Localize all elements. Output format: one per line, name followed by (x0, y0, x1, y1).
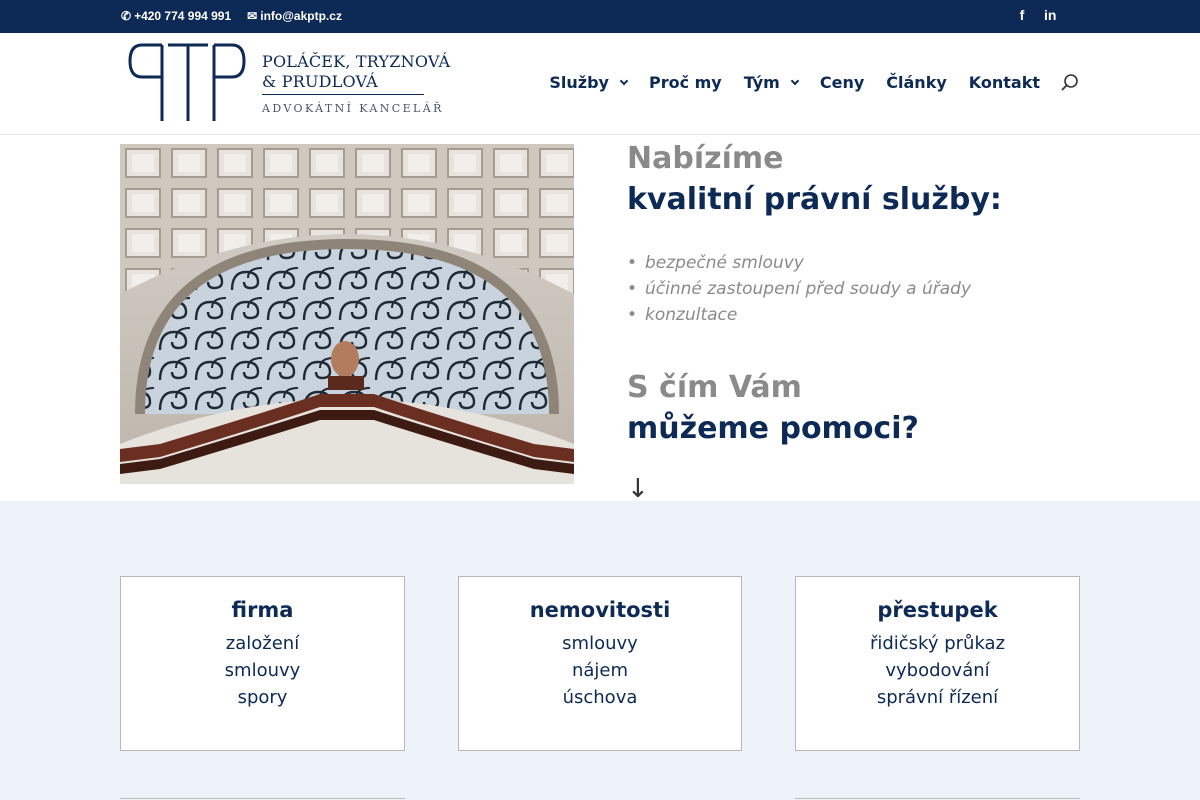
card-title: nemovitosti (529, 598, 671, 622)
nav-label: Tým (743, 73, 780, 92)
hero-heading: Nabízíme kvalitní právní služby: (627, 140, 1087, 222)
site-logo[interactable]: POLÁČEK, TRYZNOVÁ & PRUDLOVÁ ADVOKÁTNÍ K… (128, 43, 450, 123)
list-item: bezpečné smlouvy (627, 250, 1077, 276)
card-item[interactable]: smlouvy (459, 630, 741, 657)
card-item[interactable]: nájem (459, 657, 741, 684)
archway-illustration (120, 144, 574, 484)
hero-image-archway (120, 144, 574, 484)
envelope-icon: ✉ (247, 9, 258, 23)
services-list: bezpečné smlouvy účinné zastoupení před … (627, 250, 1077, 328)
card-item[interactable]: správní řízení (796, 684, 1079, 711)
arrow-down-icon: ↓ (627, 474, 649, 504)
card-item[interactable]: vybodování (796, 657, 1079, 684)
service-card-nemovitosti[interactable]: nemovitosti smlouvy nájem úschova (458, 576, 742, 751)
chevron-down-icon (619, 76, 629, 85)
nav-item-tym[interactable]: Tým (743, 73, 800, 92)
card-item[interactable]: založení (121, 630, 404, 657)
list-item: účinné zastoupení před soudy a úřady (627, 276, 1077, 302)
ptp-monogram-logo (128, 43, 246, 121)
card-item[interactable]: smlouvy (121, 657, 404, 684)
nav-item-sluzby[interactable]: Služby (549, 73, 629, 92)
hero-heading-blue: kvalitní právní služby: (627, 182, 1002, 217)
nav-label: Články (886, 73, 947, 92)
nav-item-kontakt[interactable]: Kontakt (969, 73, 1040, 92)
service-card-firma[interactable]: firma založení smlouvy spory (120, 576, 405, 751)
main-nav: Služby Proč my Tým Ceny Články Kontakt (549, 73, 1040, 92)
list-item: konzultace (627, 302, 1077, 328)
search-icon[interactable] (1060, 73, 1080, 93)
contact-info: ✆ +420 774 994 991 ✉ info@akptp.cz (121, 9, 342, 23)
card-item[interactable]: spory (121, 684, 404, 711)
logo-line-1: POLÁČEK, TRYZNOVÁ (262, 52, 451, 71)
help-heading-grey: S čím Vám (627, 370, 802, 405)
email-address: info@akptp.cz (260, 9, 342, 23)
hero-heading-grey: Nabízíme (627, 141, 784, 176)
nav-label: Kontakt (968, 73, 1040, 92)
nav-label: Ceny (819, 73, 865, 92)
phone-number: +420 774 994 991 (134, 9, 232, 23)
card-title: přestupek (877, 598, 998, 622)
social-links: f in (1016, 7, 1057, 23)
phone-link[interactable]: ✆ +420 774 994 991 (121, 9, 231, 23)
help-heading-blue: můžeme pomoci? (627, 411, 919, 446)
logo-line-2: & PRUDLOVÁ (262, 72, 378, 91)
email-link[interactable]: ✉ info@akptp.cz (247, 9, 342, 23)
nav-item-ceny[interactable]: Ceny (820, 73, 864, 92)
linkedin-icon[interactable]: in (1044, 7, 1056, 23)
help-heading: S čím Vám můžeme pomoci? (627, 369, 1087, 451)
service-card-prestupek[interactable]: přestupek řidičský průkaz vybodování spr… (795, 576, 1080, 751)
chevron-down-icon (790, 76, 800, 85)
nav-label: Služby (549, 73, 609, 92)
site-header: POLÁČEK, TRYZNOVÁ & PRUDLOVÁ ADVOKÁTNÍ K… (0, 33, 1200, 135)
logo-tagline: ADVOKÁTNÍ KANCELÁŘ (262, 102, 444, 115)
facebook-icon[interactable]: f (1016, 7, 1028, 23)
nav-item-proc-my[interactable]: Proč my (649, 73, 722, 92)
card-title: firma (231, 598, 294, 622)
card-item[interactable]: řidičský průkaz (796, 630, 1079, 657)
card-item[interactable]: úschova (459, 684, 741, 711)
phone-icon: ✆ (121, 9, 132, 23)
nav-item-clanky[interactable]: Články (886, 73, 946, 92)
top-bar: ✆ +420 774 994 991 ✉ info@akptp.cz f in (0, 0, 1200, 33)
nav-label: Proč my (648, 73, 722, 92)
logo-divider (262, 94, 424, 95)
